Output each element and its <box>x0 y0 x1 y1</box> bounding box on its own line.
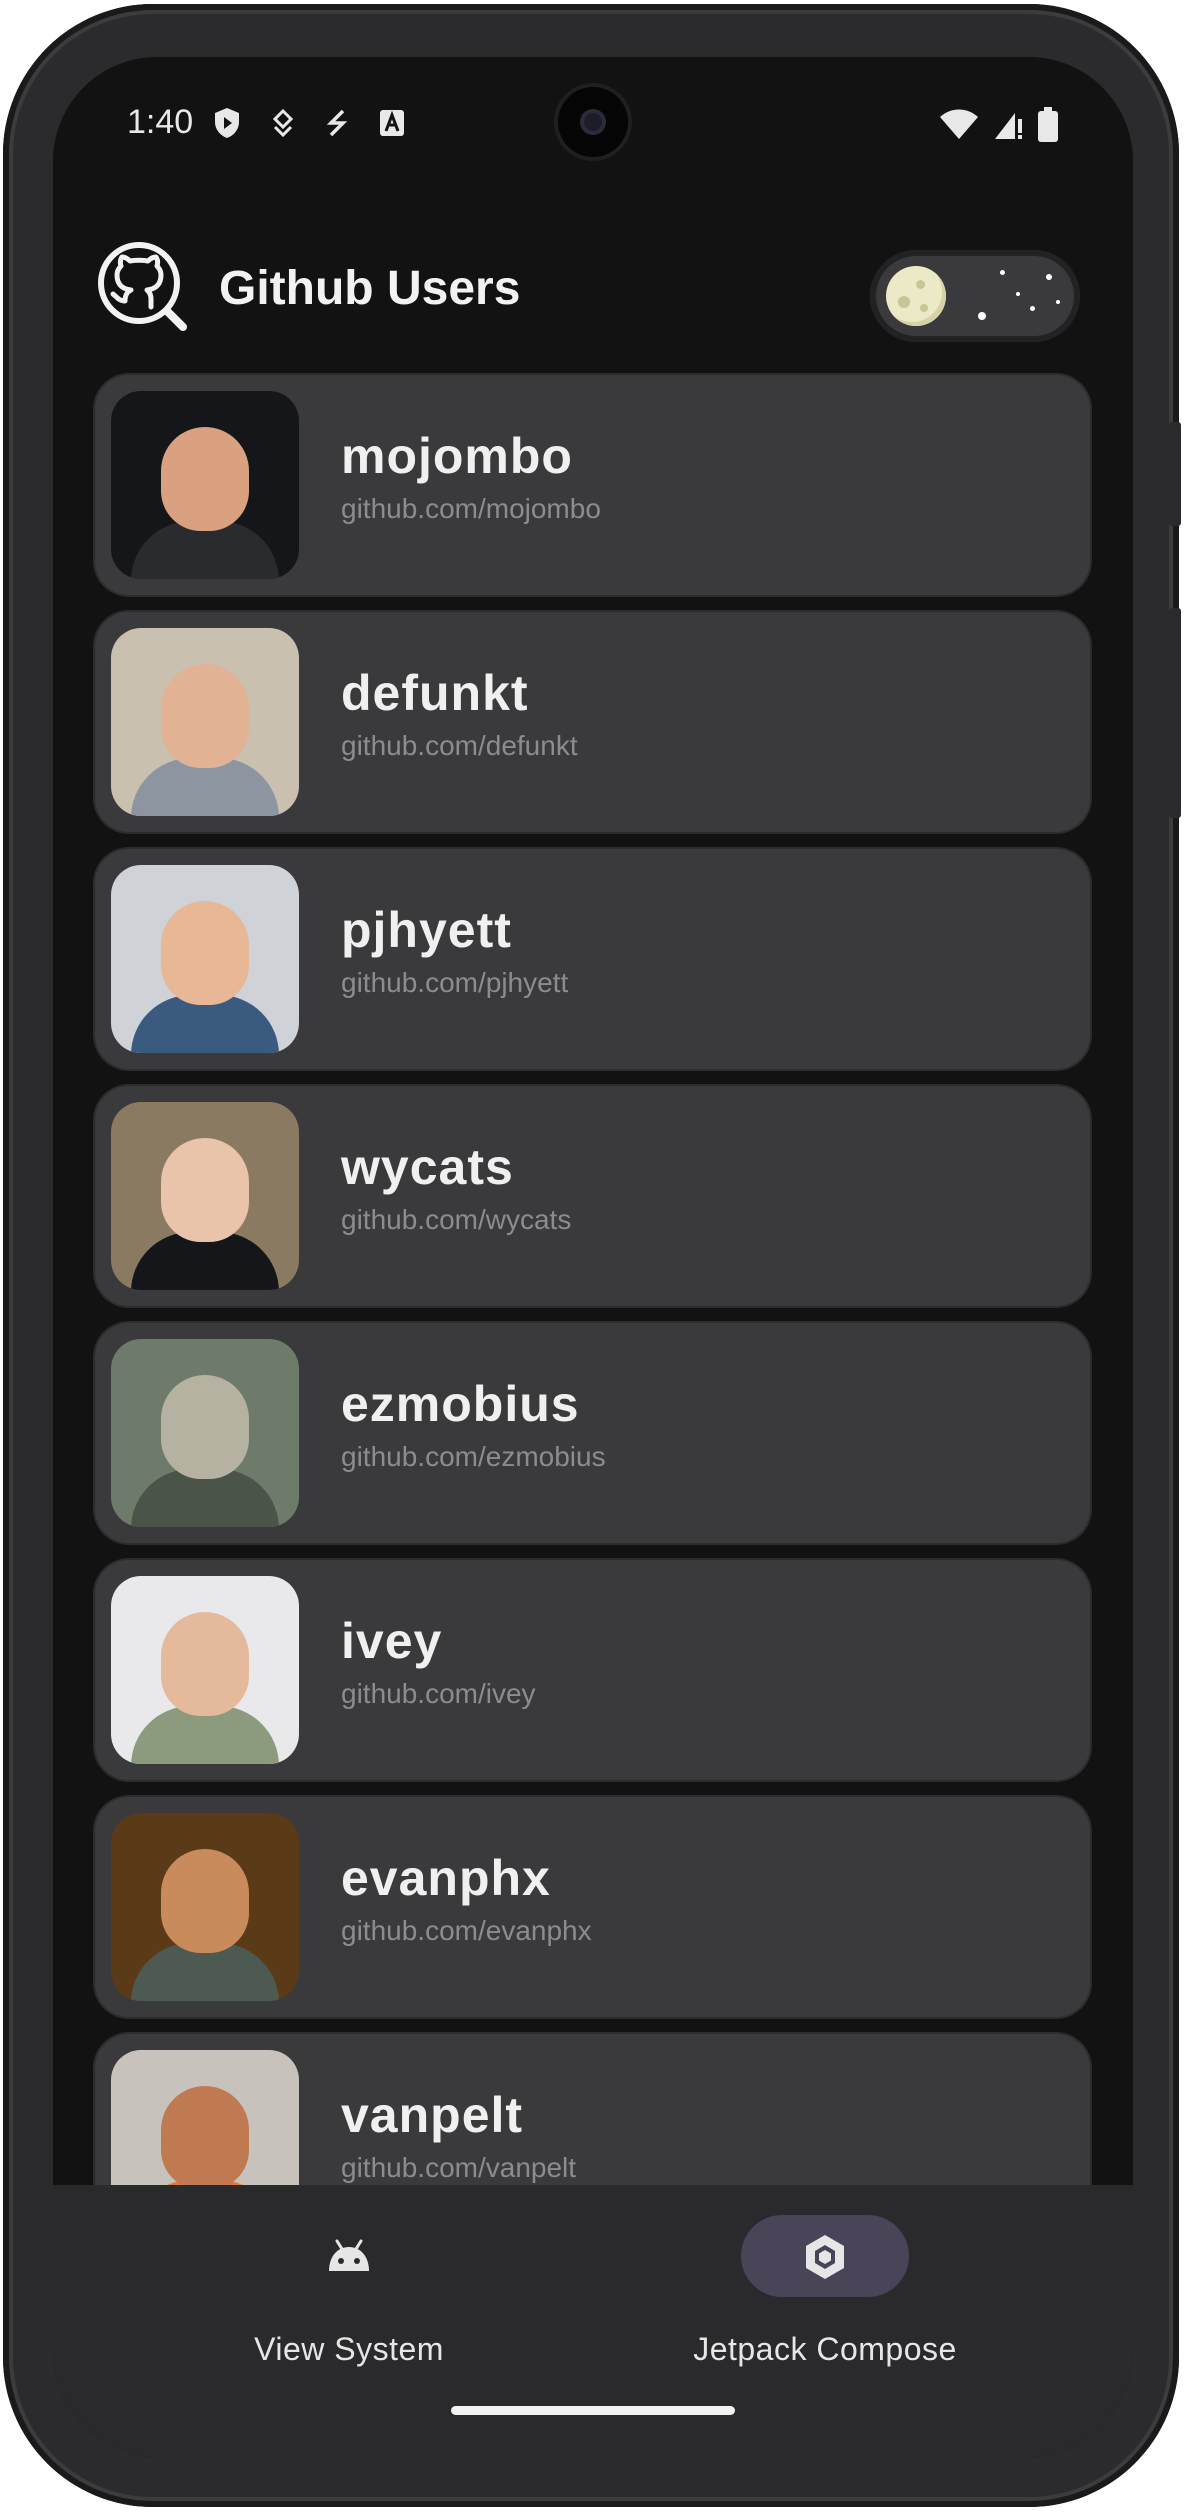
compose-icon <box>803 2233 847 2285</box>
user-avatar <box>111 1102 299 1290</box>
user-card[interactable]: evanphx github.com/evanphx <box>95 1797 1090 2017</box>
user-login: mojombo <box>341 428 573 484</box>
star-icon <box>1016 292 1020 296</box>
user-avatar <box>111 1339 299 1527</box>
user-avatar <box>111 865 299 1053</box>
screen: 1:40 Github Users mojombo github.com/moj… <box>53 57 1133 2457</box>
star-icon <box>1056 300 1060 304</box>
user-profile-link[interactable]: github.com/ezmobius <box>341 1441 606 1473</box>
user-avatar <box>111 391 299 579</box>
user-profile-link[interactable]: github.com/wycats <box>341 1204 571 1236</box>
wifi-icon <box>939 109 979 145</box>
moon-icon <box>886 266 946 326</box>
nav-item-view-system[interactable]: View System <box>149 2215 549 2375</box>
shield-icon <box>213 107 241 143</box>
user-login: pjhyett <box>341 902 512 958</box>
user-profile-link[interactable]: github.com/ivey <box>341 1678 536 1710</box>
theme-toggle[interactable] <box>870 250 1080 342</box>
page-title: Github Users <box>219 262 521 315</box>
star-icon <box>1000 270 1005 275</box>
android-icon <box>327 2237 371 2279</box>
sync-icon <box>325 108 349 142</box>
user-login: wycats <box>341 1139 514 1195</box>
status-icons-right <box>939 107 1059 147</box>
user-login: ezmobius <box>341 1376 580 1432</box>
user-card[interactable]: ezmobius github.com/ezmobius <box>95 1323 1090 1543</box>
battery-icon <box>1037 107 1059 147</box>
power-button <box>1169 422 1181 526</box>
star-icon <box>978 312 986 320</box>
user-list[interactable]: mojombo github.com/mojombo defunkt github.c… <box>95 375 1090 2271</box>
nav-label: Jetpack Compose <box>693 2331 957 2367</box>
nav-item-jetpack-compose[interactable]: Jetpack Compose <box>625 2215 1025 2375</box>
signal-icon <box>993 109 1023 145</box>
user-card[interactable]: wycats github.com/wycats <box>95 1086 1090 1306</box>
volume-button <box>1169 608 1181 818</box>
user-card[interactable]: ivey github.com/ivey <box>95 1560 1090 1780</box>
user-card[interactable]: pjhyett github.com/pjhyett <box>95 849 1090 1069</box>
app-header: Github Users <box>53 227 1133 347</box>
phone-frame: 1:40 Github Users mojombo github.com/moj… <box>3 4 1181 2507</box>
user-profile-link[interactable]: github.com/vanpelt <box>341 2152 576 2184</box>
status-bar: 1:40 <box>53 57 1133 187</box>
user-login: defunkt <box>341 665 529 721</box>
notification-icon <box>271 108 295 141</box>
star-icon <box>1046 274 1052 280</box>
status-time: 1:40 <box>127 103 194 141</box>
home-indicator[interactable] <box>451 2406 735 2415</box>
bottom-navigation: View System Jetpack Compose <box>53 2185 1133 2457</box>
front-camera <box>558 87 628 157</box>
nav-label: View System <box>254 2331 444 2367</box>
user-avatar <box>111 1813 299 2001</box>
user-profile-link[interactable]: github.com/pjhyett <box>341 967 568 999</box>
star-icon <box>1030 306 1035 311</box>
text-icon <box>379 109 405 141</box>
status-icons-left <box>213 107 405 143</box>
user-card[interactable]: mojombo github.com/mojombo <box>95 375 1090 595</box>
user-login: evanphx <box>341 1850 551 1906</box>
user-profile-link[interactable]: github.com/evanphx <box>341 1915 592 1947</box>
user-login: ivey <box>341 1613 443 1669</box>
user-profile-link[interactable]: github.com/defunkt <box>341 730 578 762</box>
user-login: vanpelt <box>341 2087 524 2143</box>
github-search-icon <box>95 239 191 335</box>
user-avatar <box>111 628 299 816</box>
user-card[interactable]: defunkt github.com/defunkt <box>95 612 1090 832</box>
user-avatar <box>111 1576 299 1764</box>
user-profile-link[interactable]: github.com/mojombo <box>341 493 601 525</box>
